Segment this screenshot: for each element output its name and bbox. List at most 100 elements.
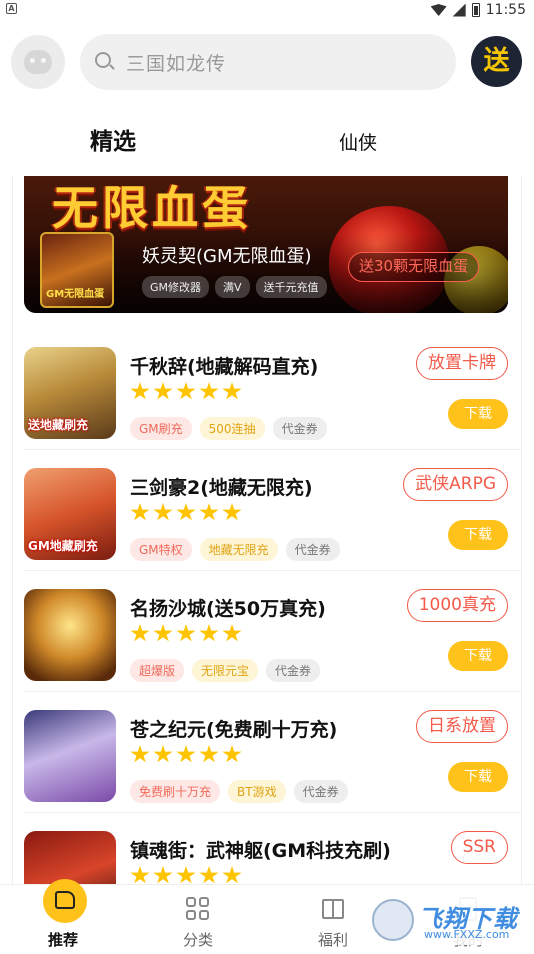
game-tags: 免费刷十万充 BT游戏 代金券	[130, 780, 348, 803]
genre-badge: 1000真充	[406, 589, 508, 622]
list-item[interactable]: GM地藏刷充 三剑豪2(地藏无限充) GM特权 地藏无限充 代金券 武侠ARPG…	[12, 451, 522, 571]
game-icon: 送地藏刷充	[24, 347, 116, 439]
star-rating	[130, 866, 242, 884]
star-icon	[199, 624, 219, 642]
game-icon-caption: 送地藏刷充	[28, 418, 89, 432]
game-icon	[24, 589, 116, 681]
banner-tag: 送千元充值	[255, 276, 327, 298]
promo-banner[interactable]: 无限血蛋 GM无限血蛋 妖灵契(GM无限血蛋) GM修改器 满V 送千元充值 送…	[24, 176, 508, 313]
star-icon	[130, 382, 150, 400]
top-bar: 三国如龙传 送	[0, 20, 534, 106]
game-title: 名扬沙城(送50万真充)	[130, 598, 326, 620]
banner-thumb-caption: GM无限血蛋	[46, 289, 105, 300]
star-icon	[153, 866, 173, 884]
game-title: 千秋辞(地藏解码直充)	[130, 356, 319, 378]
game-title: 镇魂街：武神躯(GM科技充刷)	[130, 840, 391, 862]
star-icon	[153, 745, 173, 763]
game-title: 苍之纪元(免费刷十万充)	[130, 719, 338, 741]
signal-icon	[452, 3, 466, 17]
banner-promo-badge: 送30颗无限血蛋	[348, 252, 480, 282]
list-item[interactable]: 送地藏刷充 千秋辞(地藏解码直充) GM刷充 500连抽 代金券 放置卡牌 下载	[12, 330, 522, 450]
star-rating	[130, 624, 242, 643]
star-icon	[199, 503, 219, 521]
tag: 地藏无限充	[199, 538, 278, 561]
download-button[interactable]: 下载	[448, 520, 508, 550]
divider	[24, 449, 522, 450]
star-icon	[222, 866, 242, 884]
game-title: 三剑豪2(地藏无限充)	[130, 477, 313, 499]
tag: 代金券	[272, 417, 327, 440]
avatar[interactable]	[11, 35, 65, 89]
star-icon	[199, 745, 219, 763]
search-input[interactable]: 三国如龙传	[80, 34, 456, 90]
banner-tags: GM修改器 满V 送千元充值	[142, 276, 327, 298]
banner-game-icon: GM无限血蛋	[40, 232, 114, 308]
star-icon	[153, 382, 173, 400]
download-button[interactable]: 下载	[448, 399, 508, 429]
grid-icon	[186, 897, 210, 921]
game-icon	[24, 710, 116, 802]
list-item[interactable]: 苍之纪元(免费刷十万充) 免费刷十万充 BT游戏 代金券 日系放置 下载	[12, 693, 522, 813]
star-icon	[176, 745, 196, 763]
tag: 无限元宝	[192, 659, 259, 682]
send-button[interactable]: 送	[471, 36, 522, 87]
search-placeholder: 三国如龙传	[126, 53, 227, 75]
game-list[interactable]: 无限血蛋 GM无限血蛋 妖灵契(GM无限血蛋) GM修改器 满V 送千元充值 送…	[12, 176, 522, 884]
avatar-icon	[24, 50, 52, 74]
watermark-url: www.FXXZ.com	[424, 928, 510, 941]
tab-label: 精选	[90, 129, 136, 155]
battery-icon	[471, 3, 480, 17]
divider	[24, 812, 522, 813]
banner-tag: 满V	[215, 276, 250, 298]
star-icon	[199, 866, 219, 884]
genre-badge: 日系放置	[416, 710, 508, 743]
star-icon	[176, 866, 196, 884]
star-icon	[222, 503, 242, 521]
star-rating	[130, 382, 242, 401]
status-time: 11:55	[485, 2, 526, 18]
genre-badge: 武侠ARPG	[403, 468, 508, 501]
tab-featured[interactable]: 精选	[90, 122, 142, 156]
banner-game-name: 妖灵契(GM无限血蛋)	[142, 246, 312, 267]
app-notification-icon: A	[6, 3, 17, 14]
watermark-logo-icon	[372, 899, 414, 941]
star-rating	[130, 503, 242, 522]
wifi-icon	[430, 4, 447, 16]
game-tags: GM特权 地藏无限充 代金券	[130, 538, 340, 561]
gift-icon	[322, 899, 344, 919]
tab-xianxia[interactable]: 仙侠	[339, 128, 377, 155]
star-icon	[222, 745, 242, 763]
nav-label: 推荐	[47, 931, 78, 949]
nav-label: 分类	[182, 931, 213, 949]
game-tags: 超爆版 无限元宝 代金券	[130, 659, 321, 682]
watermark: 飞翔下载 www.FXXZ.com	[368, 895, 528, 945]
status-bar: A 11:55	[0, 0, 534, 20]
download-button[interactable]: 下载	[448, 762, 508, 792]
tag: 代金券	[285, 538, 340, 561]
star-icon	[176, 624, 196, 642]
nav-label: 福利	[317, 931, 348, 949]
list-item[interactable]: 名扬沙城(送50万真充) 超爆版 无限元宝 代金券 1000真充 下载	[12, 572, 522, 692]
game-icon: GM地藏刷充	[24, 468, 116, 560]
star-icon	[130, 503, 150, 521]
thumbs-up-icon	[43, 879, 87, 923]
download-button[interactable]: 下载	[448, 641, 508, 671]
search-icon	[95, 52, 111, 68]
star-icon	[130, 745, 150, 763]
game-icon-caption: GM地藏刷充	[28, 539, 98, 553]
star-icon	[130, 624, 150, 642]
tag: GM刷充	[130, 417, 192, 440]
tag: 超爆版	[130, 659, 185, 682]
star-icon	[222, 624, 242, 642]
star-rating	[130, 745, 242, 764]
star-icon	[176, 503, 196, 521]
tag: 免费刷十万充	[130, 780, 221, 803]
list-item[interactable]: 镇魂街：武神躯(GM科技充刷) SSR	[12, 814, 522, 884]
star-icon	[130, 866, 150, 884]
category-tabs: 精选 仙侠	[0, 106, 534, 176]
tag: GM特权	[130, 538, 192, 561]
divider	[24, 570, 522, 571]
banner-title: 无限血蛋	[52, 181, 252, 235]
star-icon	[153, 624, 173, 642]
tag: 代金券	[293, 780, 348, 803]
